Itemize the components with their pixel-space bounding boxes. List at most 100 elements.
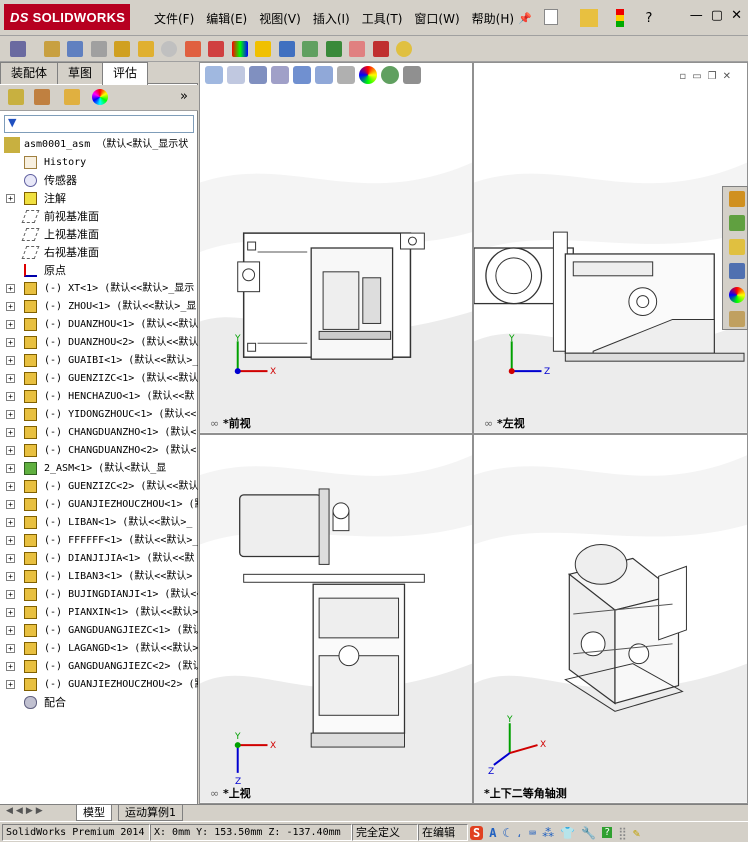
tree-item[interactable]: + (-) GUENZIZC<1> (默认<<默认 — [0, 370, 198, 388]
file-explorer-icon[interactable] — [729, 239, 745, 255]
viewport-top[interactable]: Y X Z ∞ *上视 — [199, 434, 473, 804]
tree-root-assembly[interactable]: asm0001_asm （默认<默认_显示状 — [0, 136, 198, 154]
expand-toggle[interactable]: + — [6, 572, 15, 581]
edit-pencil-icon[interactable]: ✎ — [633, 826, 640, 840]
expand-toggle[interactable]: + — [6, 464, 15, 473]
previous-view-icon[interactable] — [249, 66, 267, 84]
expand-toggle[interactable]: + — [6, 554, 15, 563]
tree-item[interactable]: + (-) BUJINGDIANJI<1> (默认<< — [0, 586, 198, 604]
moon-icon[interactable]: ☾ — [502, 826, 509, 840]
zoom-area-icon[interactable] — [227, 66, 245, 84]
expand-toggle[interactable]: + — [6, 590, 15, 599]
section-view-icon[interactable] — [271, 66, 289, 84]
tree-item[interactable]: + (-) GANGDUANGJIEZC<2> (默认 — [0, 658, 198, 676]
tree-filter[interactable]: ▼ — [4, 115, 194, 133]
reference-geometry-icon[interactable] — [184, 41, 201, 57]
tree-item[interactable]: +2_ASM<1> (默认<默认_显 — [0, 460, 198, 478]
custom-properties-icon[interactable] — [729, 311, 745, 327]
viewport-isometric[interactable]: Y X Z *上下二等角轴测 — [473, 434, 748, 804]
tree-item[interactable]: + (-) CHANGDUANZHO<2> (默认< — [0, 442, 198, 460]
tree-item[interactable]: + (-) DIANJIJIA<1> (默认<<默 — [0, 550, 198, 568]
menu-tools[interactable]: 工具(T) — [356, 10, 409, 28]
minimize-icon[interactable]: — — [690, 8, 703, 23]
expand-toggle[interactable]: + — [6, 410, 15, 419]
new-document-icon[interactable] — [544, 9, 558, 25]
expand-toggle[interactable]: + — [6, 320, 15, 329]
display-style-icon[interactable] — [315, 66, 333, 84]
expand-toggle[interactable]: + — [6, 662, 15, 671]
expand-toggle[interactable]: + — [6, 194, 15, 203]
expand-toggle[interactable]: + — [6, 482, 15, 491]
tree-item[interactable]: 传感器 — [0, 172, 198, 190]
interference-icon[interactable] — [302, 41, 318, 57]
tree-item[interactable]: + (-) GUANJIEZHOUCZHOU<2> (默 — [0, 676, 198, 694]
punctuation-icon[interactable]: ، — [516, 826, 523, 840]
restore-icon[interactable]: ▢ — [711, 8, 723, 23]
tree-item[interactable]: + (-) GUANJIEZHOUCZHOU<1> (默 — [0, 496, 198, 514]
expand-toggle[interactable]: + — [6, 608, 15, 617]
expand-toggle[interactable]: + — [6, 302, 15, 311]
shirt-icon[interactable]: 👕 — [560, 826, 575, 840]
tab-assembly[interactable]: 装配体 — [0, 62, 59, 84]
hide-show-items-icon[interactable] — [337, 66, 355, 84]
zoom-to-fit-icon[interactable] — [205, 66, 223, 84]
configuration-manager-icon[interactable] — [64, 89, 80, 105]
tree-item[interactable]: 上视基准面 — [0, 226, 198, 244]
tab-motion-study-1[interactable]: 运动算例1 — [118, 805, 183, 821]
tree-item[interactable]: + (-) DUANZHOU<1> (默认<<默认 — [0, 316, 198, 334]
expand-toggle[interactable]: + — [6, 644, 15, 653]
tree-item[interactable]: + (-) LAGANGD<1> (默认<<默认> — [0, 640, 198, 658]
expand-toggle[interactable]: + — [6, 392, 15, 401]
sogou-ime-icon[interactable]: S — [470, 825, 484, 840]
menu-file[interactable]: 文件(F) — [148, 10, 200, 28]
tab-scroll-arrows[interactable]: ◀◀▶▶ — [6, 806, 46, 816]
tree-item[interactable]: 前视基准面 — [0, 208, 198, 226]
view-orientation-icon[interactable] — [293, 66, 311, 84]
tree-item[interactable]: + (-) DUANZHOU<2> (默认<<默认 — [0, 334, 198, 352]
tree-item[interactable]: + (-) FFFFFF<1> (默认<<默认>_ — [0, 532, 198, 550]
menu-edit[interactable]: 编辑(E) — [200, 10, 253, 28]
show-hidden-icon[interactable] — [137, 41, 154, 57]
expand-toggle[interactable]: + — [6, 356, 15, 365]
tree-item[interactable]: 右视基准面 — [0, 244, 198, 262]
expand-toggle[interactable]: + — [6, 338, 15, 347]
tree-item[interactable]: + (-) GUENZIZC<2> (默认<<默认 — [0, 478, 198, 496]
view-palette-icon[interactable] — [729, 263, 745, 279]
help-icon[interactable]: ? — [640, 9, 658, 27]
help-tray-icon[interactable]: ? — [602, 827, 613, 838]
tab-model[interactable]: 模型 — [76, 805, 112, 821]
expand-toggle[interactable]: + — [6, 500, 15, 509]
appearances-icon[interactable] — [729, 287, 745, 303]
explode-line-icon[interactable] — [349, 41, 365, 57]
tree-item[interactable]: + (-) GANGDUANGJIEZC<1> (默认 — [0, 622, 198, 640]
tree-item[interactable]: + 注解 — [0, 190, 198, 208]
traffic-light-icon[interactable] — [616, 9, 624, 27]
mate-icon[interactable] — [67, 41, 83, 57]
expand-toggle[interactable]: + — [6, 374, 15, 383]
tree-item[interactable]: + (-) LIBAN3<1> (默认<<默认> — [0, 568, 198, 586]
view-settings-icon[interactable] — [403, 66, 421, 84]
assembly-features-icon[interactable] — [161, 41, 177, 57]
edit-appearance-icon[interactable] — [359, 66, 377, 84]
solidworks-logo[interactable]: DS SOLIDWORKS — [4, 4, 130, 30]
apply-scene-icon[interactable] — [381, 66, 399, 84]
tab-evaluate[interactable]: 评估 — [102, 62, 149, 85]
menu-insert[interactable]: 插入(I) — [307, 10, 356, 28]
keyboard-icon[interactable]: ⌨ — [529, 826, 536, 840]
graphics-area[interactable]: Y X ∞ *前视 Y Z ▫▭❐✕ ∞ *左视 Y X Z ∞ *上视 Y X… — [199, 62, 748, 804]
expand-toggle[interactable]: + — [6, 518, 15, 527]
display-manager-icon[interactable] — [92, 89, 108, 105]
expand-toggle[interactable]: + — [6, 446, 15, 455]
tab-sketch[interactable]: 草图 — [57, 62, 104, 84]
expand-toggle[interactable]: + — [6, 428, 15, 437]
speedpak-icon[interactable] — [396, 41, 412, 57]
pin-icon[interactable]: 📌 — [516, 9, 534, 27]
component-pattern-icon[interactable] — [90, 41, 107, 57]
panel-expand-icon[interactable]: » — [180, 89, 188, 104]
bill-of-materials-icon[interactable] — [231, 41, 248, 57]
expand-toggle[interactable]: + — [6, 284, 15, 293]
tree-item[interactable]: + (-) ZHOU<1> (默认<<默认>_显 — [0, 298, 198, 316]
instant3d-icon[interactable] — [278, 41, 295, 57]
materials-icon[interactable] — [372, 41, 389, 57]
new-motion-study-icon[interactable] — [208, 41, 224, 57]
